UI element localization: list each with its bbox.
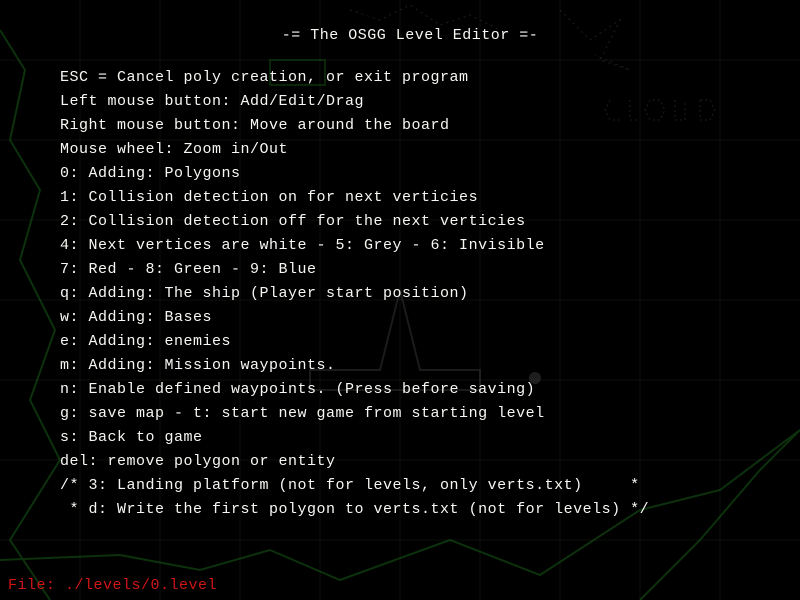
help-line: 7: Red - 8: Green - 9: Blue <box>60 258 760 282</box>
help-line: ESC = Cancel poly creation, or exit prog… <box>60 66 760 90</box>
help-line: /* 3: Landing platform (not for levels, … <box>60 474 760 498</box>
file-status: File: ./levels/0.level <box>8 577 217 594</box>
help-line: * d: Write the first polygon to verts.tx… <box>60 498 760 522</box>
help-line: Left mouse button: Add/Edit/Drag <box>60 90 760 114</box>
help-line: 0: Adding: Polygons <box>60 162 760 186</box>
help-line: Right mouse button: Move around the boar… <box>60 114 760 138</box>
help-line: del: remove polygon or entity <box>60 450 760 474</box>
help-line: Mouse wheel: Zoom in/Out <box>60 138 760 162</box>
help-lines-container: ESC = Cancel poly creation, or exit prog… <box>60 66 760 522</box>
help-line: m: Adding: Mission waypoints. <box>60 354 760 378</box>
help-line: 2: Collision detection off for the next … <box>60 210 760 234</box>
help-line: g: save map - t: start new game from sta… <box>60 402 760 426</box>
help-line: 1: Collision detection on for next verti… <box>60 186 760 210</box>
help-line: n: Enable defined waypoints. (Press befo… <box>60 378 760 402</box>
help-panel: -= The OSGG Level Editor =- ESC = Cancel… <box>60 24 760 522</box>
editor-viewport[interactable]: -= The OSGG Level Editor =- ESC = Cancel… <box>0 0 800 600</box>
help-line: w: Adding: Bases <box>60 306 760 330</box>
help-line: 4: Next vertices are white - 5: Grey - 6… <box>60 234 760 258</box>
help-line: s: Back to game <box>60 426 760 450</box>
help-line: e: Adding: enemies <box>60 330 760 354</box>
editor-title: -= The OSGG Level Editor =- <box>60 24 760 48</box>
help-line: q: Adding: The ship (Player start positi… <box>60 282 760 306</box>
